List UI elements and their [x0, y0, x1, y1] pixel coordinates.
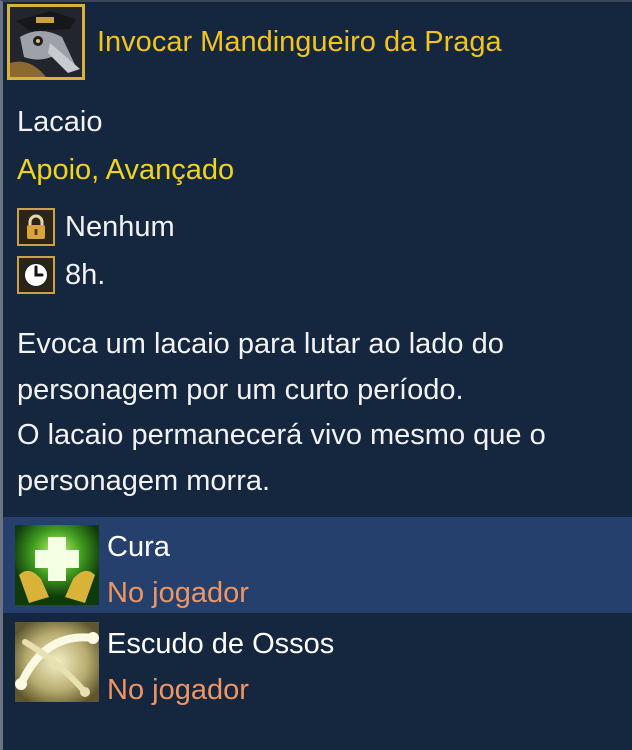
skill-description: Evoca um lacaio para lutar ao lado do pe…	[17, 322, 617, 504]
skill-tooltip: Invocar Mandingueiro da Praga Lacaio Apo…	[0, 0, 632, 750]
effect-row-cura[interactable]: Cura No jogador	[3, 517, 632, 613]
effect-name: Escudo de Ossos	[107, 628, 335, 660]
skill-title: Invocar Mandingueiro da Praga	[97, 26, 502, 58]
cooldown-row: 8h.	[17, 256, 105, 294]
cost-row: Nenhum	[17, 208, 175, 246]
skill-kind: Lacaio	[17, 106, 103, 138]
description-line: O lacaio permanecerá vivo mesmo que o	[17, 419, 546, 451]
skill-tags: Apoio, Avançado	[17, 154, 235, 186]
cost-label: Nenhum	[65, 210, 175, 243]
heal-hands-icon	[15, 525, 99, 605]
description-line: Evoca um lacaio para lutar ao lado do	[17, 328, 504, 360]
description-line: personagem por um curto período.	[17, 373, 464, 406]
effect-name: Cura	[107, 531, 170, 563]
skill-header: Invocar Mandingueiro da Praga	[7, 4, 627, 84]
plague-doctor-mask-icon	[7, 4, 85, 80]
padlock-icon	[17, 208, 55, 246]
effect-row-escudo-de-ossos[interactable]: Escudo de Ossos No jogador	[3, 614, 632, 710]
cooldown-label: 8h.	[65, 258, 106, 291]
clock-icon	[17, 256, 55, 294]
bone-shield-icon	[15, 622, 99, 702]
effect-target: No jogador	[107, 674, 249, 706]
description-line: personagem morra.	[17, 464, 271, 497]
effect-target: No jogador	[107, 577, 249, 609]
